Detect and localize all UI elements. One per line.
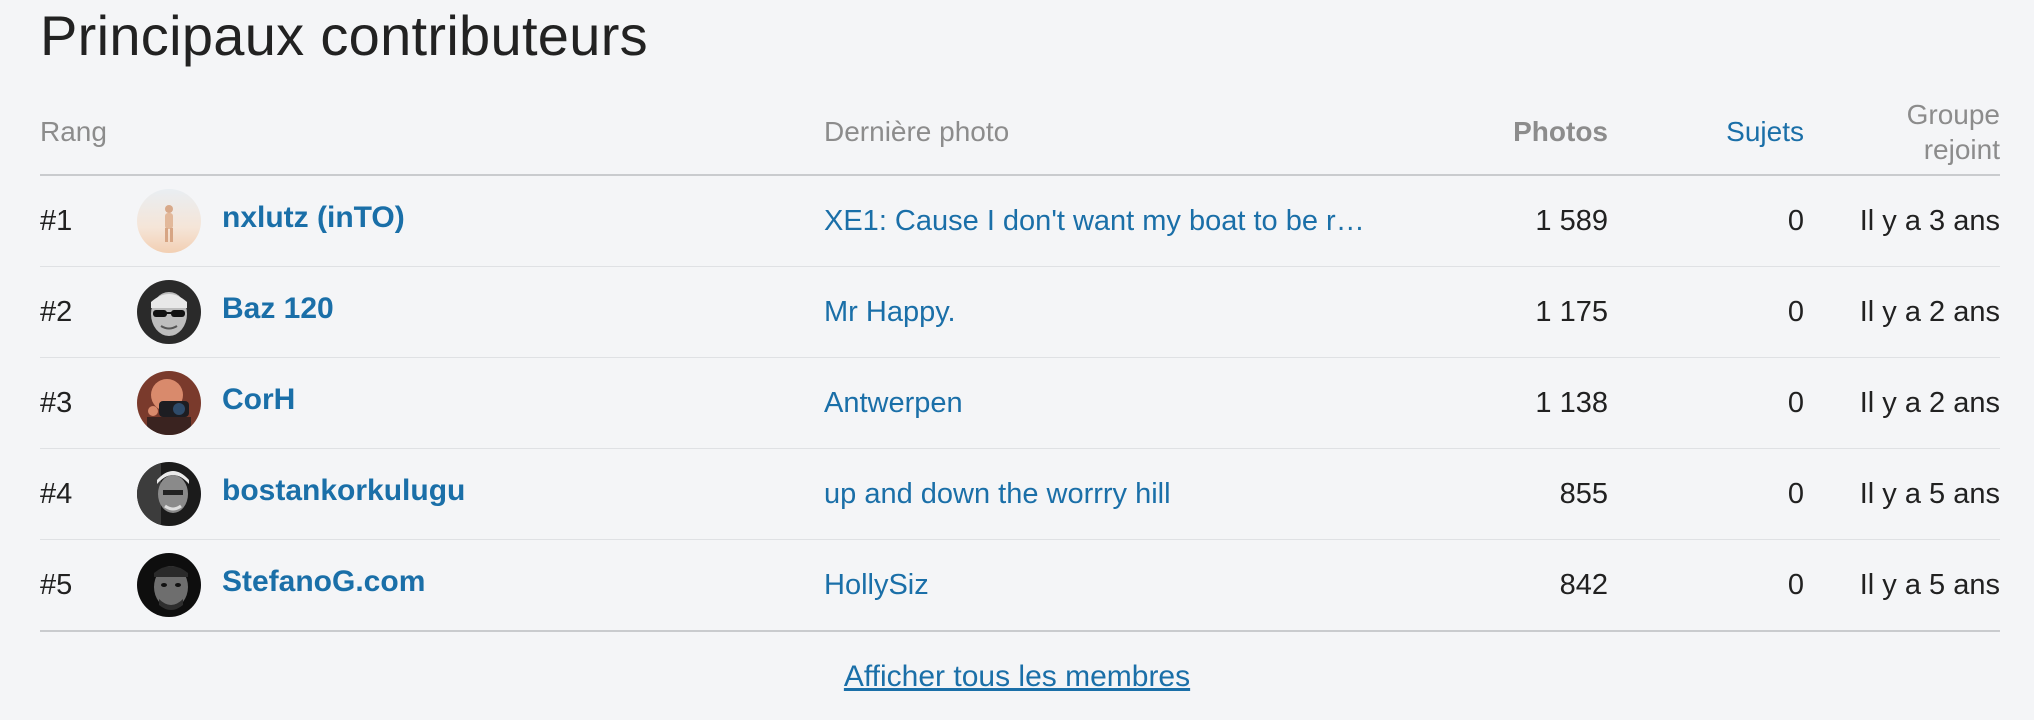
avatar[interactable] <box>137 267 203 357</box>
last-photo-title[interactable]: Mr Happy. <box>824 296 956 329</box>
column-header-joined-label: Groupe rejoint <box>1906 99 2000 165</box>
rank: #1 <box>40 204 73 237</box>
photos-count: 1 589 <box>1535 204 1608 237</box>
topics-count: 0 <box>1787 386 1804 419</box>
last-photo-link[interactable]: Mr Happy. <box>824 267 1434 357</box>
contributor-name[interactable]: Baz 120 <box>222 292 334 326</box>
joined-time: Il y a 2 ans <box>1859 295 2000 328</box>
table-row: #3 CorH Antwerpen 1 138 0 Il y a 2 ans <box>40 358 2000 449</box>
avatar[interactable] <box>137 358 203 448</box>
table-row: #1 nxlutz (inTO) XE1: Cause I don't want… <box>40 176 2000 267</box>
topics-count: 0 <box>1787 477 1804 510</box>
contributor-name-link[interactable]: bostankorkulugu <box>222 449 782 539</box>
avatar[interactable] <box>137 540 203 630</box>
last-photo-link[interactable]: Antwerpen <box>824 358 1434 448</box>
joined-time: Il y a 5 ans <box>1859 568 2000 601</box>
joined-time: Il y a 2 ans <box>1859 386 2000 419</box>
column-header-last-photo: Dernière photo <box>824 116 1010 147</box>
avatar-man-camera-icon <box>137 371 201 435</box>
contributors-table: Rang Dernière photo Photos Sujets Groupe… <box>40 90 2000 632</box>
rank: #4 <box>40 477 73 510</box>
last-photo-title[interactable]: XE1: Cause I don't want my boat to be r… <box>824 205 1365 238</box>
table-row: #2 Baz 120 Mr Happy. 1 175 0 Il y a 2 an… <box>40 267 2000 358</box>
avatar[interactable] <box>137 176 203 266</box>
avatar-bw-face-icon <box>137 553 201 617</box>
contributor-name-link[interactable]: CorH <box>222 358 782 448</box>
photos-count: 842 <box>1559 568 1608 601</box>
avatar[interactable] <box>137 449 203 539</box>
table-row: #5 StefanoG.com HollySiz 842 0 Il y a 5 <box>40 540 2000 632</box>
last-photo-title[interactable]: HollySiz <box>824 569 929 602</box>
column-header-photos[interactable]: Photos <box>1420 90 1608 174</box>
photos-count: 1 175 <box>1535 295 1608 328</box>
rank: #2 <box>40 295 73 328</box>
avatar-figure-desert-icon <box>137 189 201 253</box>
column-header-topics[interactable]: Sujets <box>1640 90 1804 174</box>
topics-count: 0 <box>1787 204 1804 237</box>
contributor-name-link[interactable]: Baz 120 <box>222 267 782 357</box>
show-all-members-link[interactable]: Afficher tous les membres <box>0 660 2034 694</box>
contributor-name[interactable]: StefanoG.com <box>222 565 425 599</box>
column-header-joined: Groupe rejoint <box>1810 90 2000 174</box>
last-photo-link[interactable]: HollySiz <box>824 540 1434 630</box>
joined-time: Il y a 3 ans <box>1859 204 2000 237</box>
contributor-name-link[interactable]: StefanoG.com <box>222 540 782 630</box>
last-photo-title[interactable]: Antwerpen <box>824 387 963 420</box>
topics-count: 0 <box>1787 295 1804 328</box>
avatar-bw-portrait-icon <box>137 462 201 526</box>
rank: #5 <box>40 568 73 601</box>
rank: #3 <box>40 386 73 419</box>
photos-count: 855 <box>1559 477 1608 510</box>
avatar-man-sunglasses-icon <box>137 280 201 344</box>
contributor-name[interactable]: nxlutz (inTO) <box>222 201 405 235</box>
last-photo-link[interactable]: XE1: Cause I don't want my boat to be r… <box>824 176 1434 266</box>
last-photo-link[interactable]: up and down the worrry hill <box>824 449 1434 539</box>
contributor-name[interactable]: bostankorkulugu <box>222 474 465 508</box>
photos-count: 1 138 <box>1535 386 1608 419</box>
joined-time: Il y a 5 ans <box>1859 477 2000 510</box>
top-contributors-panel: Principaux contributeurs Rang Dernière p… <box>0 0 2034 720</box>
contributor-name-link[interactable]: nxlutz (inTO) <box>222 176 782 266</box>
last-photo-title[interactable]: up and down the worrry hill <box>824 478 1171 511</box>
topics-count: 0 <box>1787 568 1804 601</box>
table-header: Rang Dernière photo Photos Sujets Groupe… <box>40 90 2000 176</box>
contributor-name[interactable]: CorH <box>222 383 295 417</box>
column-header-rank: Rang <box>40 116 107 147</box>
page-title: Principaux contributeurs <box>40 4 648 67</box>
table-row: #4 bostankorkulugu up and down the worrr… <box>40 449 2000 540</box>
